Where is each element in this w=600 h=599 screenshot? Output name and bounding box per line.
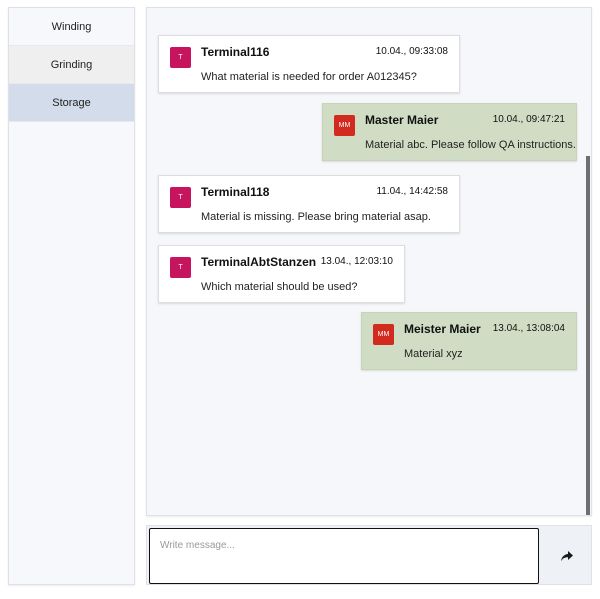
message-text: Material is missing. Please bring materi… bbox=[201, 211, 431, 223]
scrollbar-thumb[interactable] bbox=[586, 156, 590, 515]
send-arrow-icon bbox=[560, 550, 573, 561]
avatar: MM bbox=[334, 115, 355, 136]
message-list[interactable]: T Terminal116 10.04., 09:33:08 What mate… bbox=[146, 7, 592, 516]
message-sender: Master Maier bbox=[365, 113, 439, 127]
message-item: MM Master Maier 10.04., 09:47:21 Materia… bbox=[322, 103, 577, 161]
sidebar: Winding Grinding Storage bbox=[8, 7, 135, 585]
message-sender: Meister Maier bbox=[404, 322, 481, 336]
sidebar-item-label: Grinding bbox=[50, 58, 93, 71]
message-text: What material is needed for order A01234… bbox=[201, 71, 417, 83]
message-timestamp: 10.04., 09:47:21 bbox=[492, 114, 565, 125]
message-composer bbox=[146, 525, 592, 585]
avatar: T bbox=[170, 257, 191, 278]
message-timestamp: 10.04., 09:33:08 bbox=[375, 46, 448, 57]
message-sender: TerminalAbtStanzen bbox=[201, 255, 317, 269]
sidebar-item-winding[interactable]: Winding bbox=[9, 8, 134, 46]
scrollbar[interactable] bbox=[585, 8, 591, 515]
message-sender: Terminal118 bbox=[201, 185, 270, 199]
chat-app: Winding Grinding Storage T Terminal116 1… bbox=[0, 0, 600, 599]
message-timestamp: 11.04., 14:42:58 bbox=[376, 186, 448, 197]
avatar: MM bbox=[373, 324, 394, 345]
avatar: T bbox=[170, 47, 191, 68]
message-sender: Terminal116 bbox=[201, 45, 270, 59]
avatar: T bbox=[170, 187, 191, 208]
send-button[interactable] bbox=[542, 528, 591, 584]
message-item: T Terminal116 10.04., 09:33:08 What mate… bbox=[158, 35, 460, 93]
message-timestamp: 13.04., 13:08:04 bbox=[492, 323, 565, 334]
message-item: T TerminalAbtStanzen 13.04., 12:03:10 Wh… bbox=[158, 245, 405, 303]
message-item: T Terminal118 11.04., 14:42:58 Material … bbox=[158, 175, 460, 233]
message-item: MM Meister Maier 13.04., 13:08:04 Materi… bbox=[361, 312, 577, 370]
message-text: Material xyz bbox=[404, 348, 463, 360]
message-text: Material abc. Please follow QA instructi… bbox=[365, 139, 576, 151]
message-input[interactable] bbox=[149, 528, 539, 584]
sidebar-item-label: Winding bbox=[51, 20, 92, 33]
sidebar-item-grinding[interactable]: Grinding bbox=[9, 46, 134, 84]
sidebar-item-storage[interactable]: Storage bbox=[9, 84, 134, 122]
message-text: Which material should be used? bbox=[201, 281, 358, 293]
message-timestamp: 13.04., 12:03:10 bbox=[320, 256, 393, 267]
sidebar-item-label: Storage bbox=[52, 96, 91, 109]
